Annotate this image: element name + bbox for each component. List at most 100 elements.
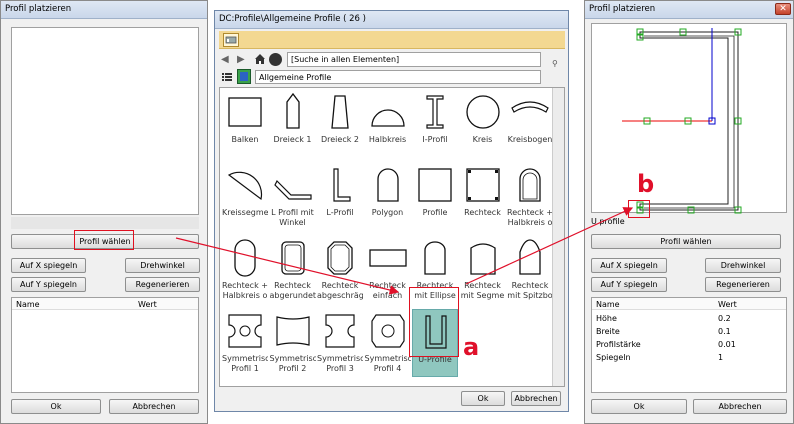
rect-ellipse-icon (415, 238, 455, 278)
dialog-toolbar (219, 31, 565, 49)
triangle-2-icon (320, 92, 360, 132)
right-col-value: Wert (718, 300, 737, 309)
grid-scrollbar[interactable] (552, 88, 564, 386)
profile-item-semicircle[interactable]: Halbkreis (365, 90, 411, 158)
profile-item-rectangle[interactable]: Rechteck (460, 163, 506, 231)
profile-item-label: Rechteck einfach (369, 281, 406, 300)
right-ok-button[interactable]: Ok (591, 399, 687, 414)
profile-item-l-angle[interactable]: L Profil mit Winkel (270, 163, 316, 231)
left-ok-button[interactable]: Ok (11, 399, 101, 414)
profile-item-label: L Profil mit Winkel (271, 208, 314, 227)
dialog-titlebar: DC:Profile\Allgemeine Profile ( 26 ) (215, 11, 568, 29)
l-angle-icon (273, 165, 313, 205)
profile-item-sym-4[interactable]: Symmetrisches Profil 4 (365, 309, 411, 377)
folder-icon[interactable] (237, 69, 251, 84)
profile-item-rect-pointed[interactable]: Rechteck mit Spitzbo (507, 236, 553, 304)
rect-pointed-icon (510, 238, 550, 278)
profile-item-polygon[interactable]: Polygon (365, 163, 411, 231)
profile-item-label: Kreissegment (222, 208, 268, 217)
profile-item-label: Rechteck mit Spitzbo (507, 281, 553, 300)
rectangle-icon (463, 165, 503, 205)
dialog-title: DC:Profile\Allgemeine Profile ( 26 ) (219, 14, 366, 24)
profile-item-l-profile[interactable]: L-Profil (317, 163, 363, 231)
left-regenerate-button[interactable]: Regenerieren (125, 277, 200, 292)
right-mirror-y-button[interactable]: Auf Y spiegeln (591, 277, 667, 292)
right-choose-profile-button[interactable]: Profil wählen (591, 234, 781, 249)
left-mirror-y-button[interactable]: Auf Y spiegeln (11, 277, 86, 292)
l-profile-icon (320, 165, 360, 205)
left-properties-table: Name Wert (11, 297, 199, 393)
profile-item-rect-segment[interactable]: Rechteck mit Segme (460, 236, 506, 304)
profile-item-label: Symmetrisches Profil 3 (317, 354, 363, 373)
search-input[interactable]: [Suche in allen Elementen] (287, 52, 541, 67)
profile-item-beam[interactable]: Balken (222, 90, 268, 158)
property-value[interactable]: 1 (718, 353, 723, 362)
property-value[interactable]: 0.01 (718, 340, 736, 349)
close-icon[interactable]: ✕ (775, 3, 791, 15)
folder-select[interactable]: Allgemeine Profile (255, 70, 541, 84)
profile-item-sym-3[interactable]: Symmetrisches Profil 3 (317, 309, 363, 377)
profile-item-rect-semicircle-1[interactable]: Rechteck + Halbkreis o (507, 163, 553, 231)
property-name: Profilstärke (596, 340, 641, 349)
profile-item-i-profile[interactable]: I-Profil (412, 90, 458, 158)
sym-1-icon (225, 311, 265, 351)
left-mirror-x-button[interactable]: Auf X spiegeln (11, 258, 86, 273)
property-value[interactable]: 0.1 (718, 327, 731, 336)
back-arrow-icon[interactable]: ◀ (221, 53, 235, 67)
globe-icon[interactable] (269, 53, 282, 66)
sym-4-icon (368, 311, 408, 351)
right-table-header (592, 298, 786, 310)
profile-item-label: Symmetrisches Profil 2 (269, 354, 316, 373)
profile-item-profile[interactable]: Profile (412, 163, 458, 231)
profile-library-dialog: DC:Profile\Allgemeine Profile ( 26 ) ◀ ▶… (214, 10, 569, 412)
library-icon[interactable] (223, 33, 239, 47)
semicircle-icon (368, 92, 408, 132)
left-col-value: Wert (138, 300, 157, 309)
forward-arrow-icon[interactable]: ▶ (237, 53, 251, 67)
profile-item-segment[interactable]: Kreissegment (222, 163, 268, 231)
profile-item-sym-2[interactable]: Symmetrisches Profil 2 (270, 309, 316, 377)
profile-item-triangle-2[interactable]: Dreieck 2 (317, 90, 363, 158)
dialog-cancel-button[interactable]: Abbrechen (511, 391, 561, 406)
profile-item-label: Polygon (371, 208, 404, 217)
home-icon[interactable] (253, 52, 267, 67)
profile-item-rect-rounded[interactable]: Rechteck abgerundet (270, 236, 316, 304)
profile-item-circle[interactable]: Kreis (460, 90, 506, 158)
dialog-ok-button[interactable]: Ok (461, 391, 505, 406)
right-rotation-button[interactable]: Drehwinkel (705, 258, 781, 273)
profile-item-triangle-1[interactable]: Dreieck 1 (270, 90, 316, 158)
rect-semicircle-1-icon (510, 165, 550, 205)
right-mirror-x-button[interactable]: Auf X spiegeln (591, 258, 667, 273)
annotation-box-u-profile (409, 287, 459, 357)
profile-item-sym-1[interactable]: Symmetrisches Profil 1 (222, 309, 268, 377)
triangle-1-icon (273, 92, 313, 132)
profile-item-label: Dreieck 2 (320, 135, 359, 144)
profile-item-rect-simple[interactable]: Rechteck einfach (365, 236, 411, 304)
profile-item-rect-chamfer[interactable]: Rechteck abgeschräg (317, 236, 363, 304)
segment-icon (225, 165, 265, 205)
right-properties-table: Name Wert Höhe 0.2 Breite 0.1 Profilstärke 0.… (591, 297, 787, 393)
polygon-icon (368, 165, 408, 205)
annotation-box-choose-profile (74, 230, 134, 250)
left-window-title: Profil platzieren (5, 4, 72, 14)
profile-grid: Balken Dreieck 1 Dreieck 2 Halbkreis I-Profi… (219, 87, 565, 387)
left-cancel-button[interactable]: Abbrechen (109, 399, 199, 414)
profile-item-label: Balken (231, 135, 259, 144)
search-icon[interactable]: ⚲ (552, 59, 564, 71)
rect-segment-icon (463, 238, 503, 278)
left-profile-name-bar (11, 217, 199, 229)
profile-item-arc[interactable]: Kreisbogen (507, 90, 553, 158)
right-profile-window: Profil platzieren ✕ U profile Profil wähl… (584, 0, 794, 424)
profile-item-rect-semicircle-2[interactable]: Rechteck + Halbkreis o (222, 236, 268, 304)
right-regenerate-button[interactable]: Regenerieren (705, 277, 781, 292)
right-window-title: Profil platzieren (589, 4, 656, 14)
list-view-icon[interactable] (221, 71, 233, 83)
right-cancel-button[interactable]: Abbrechen (693, 399, 787, 414)
profile-item-label: Profile (422, 208, 448, 217)
property-value[interactable]: 0.2 (718, 314, 731, 323)
sym-2-icon (273, 311, 313, 351)
right-titlebar: Profil platzieren ✕ (585, 1, 793, 19)
profile-item-label: Halbkreis (368, 135, 407, 144)
left-titlebar: Profil platzieren (1, 1, 207, 19)
left-rotation-button[interactable]: Drehwinkel (125, 258, 200, 273)
